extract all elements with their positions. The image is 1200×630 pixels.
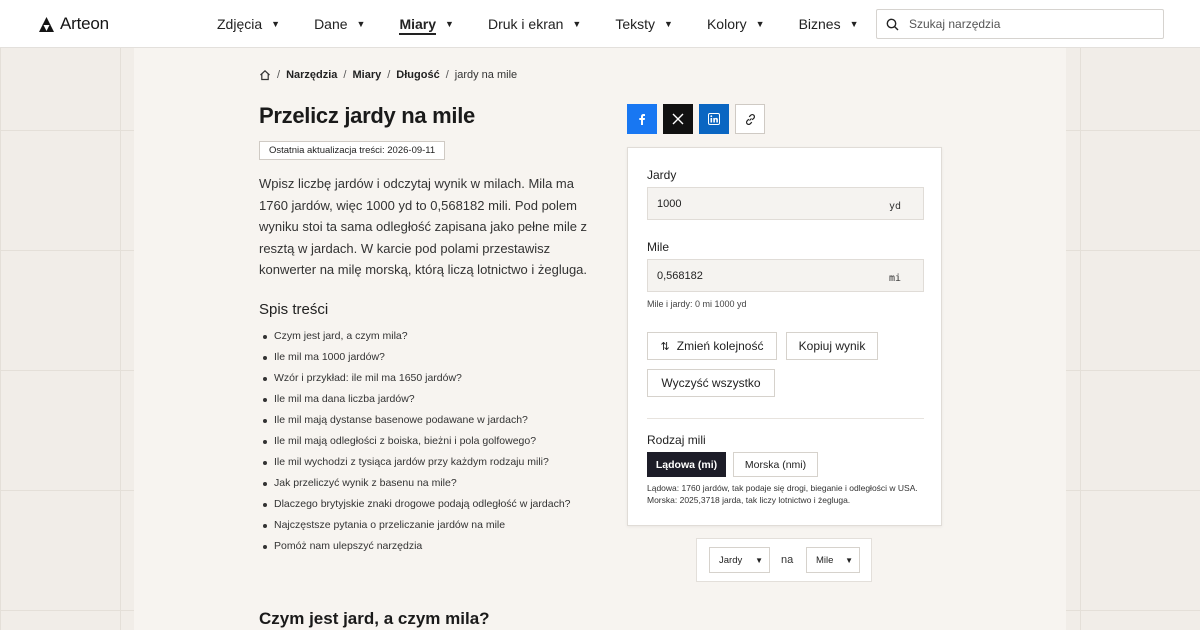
caret-down-icon: ▼	[755, 19, 765, 29]
share-buttons	[627, 104, 765, 134]
copy-link-button[interactable]	[735, 104, 765, 134]
mile-type-note: Lądowa: 1760 jardów, tak podaje się drog…	[647, 483, 918, 505]
from-unit-value: Jardy	[719, 554, 743, 566]
toc-link[interactable]: Ile mil mają odległości z boiska, bieżni…	[263, 431, 571, 452]
mile-type-land-option[interactable]: Lądowa (mi)	[647, 452, 726, 477]
toc-link[interactable]: Ile mil ma 1000 jardów?	[263, 347, 571, 368]
swap-button[interactable]: ⇅ Zmień kolejność	[647, 332, 777, 360]
miles-label: Mile	[647, 240, 670, 254]
nav-item-label: Druk i ekran	[487, 16, 564, 32]
nav-item-dane[interactable]: Dane ▼	[314, 0, 365, 48]
brand-logo-icon	[39, 16, 54, 32]
nav-item-druk-i-ekran[interactable]: Druk i ekran ▼	[488, 0, 581, 48]
yards-label: Jardy	[647, 168, 677, 182]
search-icon	[886, 18, 899, 30]
caret-down-icon: ▼	[845, 555, 853, 565]
table-of-contents: Czym jest jard, a czym mila? Ile mil ma …	[263, 326, 571, 557]
from-unit-select[interactable]: Jardy ▼	[709, 547, 770, 573]
nav-item-label: Biznes	[798, 16, 841, 32]
nav-item-kolory[interactable]: Kolory ▼	[707, 0, 765, 48]
miles-unit: mi	[888, 272, 901, 284]
last-updated-badge: Ostatnia aktualizacja treści: 2026-09-11	[259, 141, 446, 160]
nav-item-biznes[interactable]: Biznes ▼	[799, 0, 859, 48]
brand-logo[interactable]: Arteon	[39, 14, 109, 34]
x-icon	[672, 113, 684, 125]
link-icon	[745, 113, 755, 125]
brand-name: Arteon	[60, 14, 109, 33]
breadcrumb-link[interactable]: Narzędzia	[286, 69, 337, 81]
breadcrumb-separator: /	[343, 69, 347, 81]
mile-type-nautical-option[interactable]: Morska (nmi)	[733, 452, 818, 477]
nav-item-label: Zdjęcia	[217, 16, 263, 32]
caret-down-icon: ▼	[445, 19, 454, 29]
share-linkedin-button[interactable]	[699, 104, 729, 134]
facebook-icon	[639, 114, 645, 125]
toc-link[interactable]: Jak przeliczyć wynik z basenu na mile?	[263, 473, 571, 494]
intro-paragraph: Wpisz liczbę jardów i odczytaj wynik w m…	[259, 176, 588, 277]
toc-link[interactable]: Czym jest jard, a czym mila?	[263, 326, 571, 347]
nav-item-label: Kolory	[706, 16, 747, 32]
to-unit-select[interactable]: Mile ▼	[806, 547, 860, 573]
miles-field[interactable]: mi	[647, 259, 924, 292]
breadcrumb: / Narzędzia / Miary / Długość / jardy na…	[259, 69, 517, 81]
caret-down-icon: ▼	[755, 555, 763, 565]
to-unit-value: Mile	[816, 554, 834, 566]
search-input[interactable]	[909, 17, 1149, 31]
breadcrumb-link[interactable]: Długość	[396, 69, 439, 81]
clear-all-button[interactable]: Wyczyść wszystko	[647, 369, 775, 397]
yards-field[interactable]: yd	[647, 187, 924, 220]
nav-item-label: Dane	[314, 16, 348, 32]
toc-link[interactable]: Ile mil ma dana liczba jardów?	[263, 389, 571, 410]
caret-down-icon: ▼	[849, 19, 859, 29]
toc-link[interactable]: Ile mil mają dystanse basenowe podawane …	[263, 410, 571, 431]
copy-result-button[interactable]: Kopiuj wynik	[786, 332, 878, 360]
miles-input[interactable]	[657, 269, 857, 282]
toc-link[interactable]: Najczęstsze pytania o przeliczanie jardó…	[263, 515, 571, 536]
breadcrumb-separator: /	[387, 69, 391, 81]
home-icon[interactable]	[259, 69, 271, 81]
caret-down-icon: ▼	[572, 19, 582, 29]
nav-item-label: Teksty	[615, 16, 656, 32]
toc-link[interactable]: Pomóż nam ulepszyć narzędzia	[263, 536, 571, 557]
caret-down-icon: ▼	[664, 19, 673, 29]
nav-item-zdjecia[interactable]: Zdjęcia ▼	[217, 0, 280, 48]
breadcrumb-separator: /	[277, 69, 281, 81]
section-heading: Czym jest jard, a czym mila?	[259, 609, 490, 628]
share-facebook-button[interactable]	[627, 104, 657, 134]
caret-down-icon: ▼	[356, 19, 366, 29]
converter-card: Jardy yd Mile mi Mile i jardy: 0 mi 1000…	[627, 147, 942, 526]
mile-type-label: Rodzaj mili	[647, 433, 706, 447]
breadcrumb-current: jardy na mile	[454, 69, 518, 81]
toc-link[interactable]: Dlaczego brytyjskie znaki drogowe podają…	[263, 494, 571, 515]
top-navigation-bar: Arteon Zdjęcia ▼ Dane ▼ Miary ▼ Druk i e…	[0, 0, 1200, 48]
search-box[interactable]	[876, 9, 1164, 39]
unit-connector: na	[781, 554, 794, 566]
nav-item-teksty[interactable]: Teksty ▼	[615, 0, 673, 48]
toc-link[interactable]: Ile mil wychodzi z tysiąca jardów przy k…	[263, 452, 571, 473]
toc-link[interactable]: Wzór i przykład: ile mil ma 1650 jardów?	[263, 368, 571, 389]
nav-item-label: Miary	[399, 16, 437, 32]
caret-down-icon: ▼	[271, 19, 281, 29]
share-x-button[interactable]	[663, 104, 693, 134]
yards-unit: yd	[888, 200, 901, 212]
nav-item-miary[interactable]: Miary ▼	[399, 0, 454, 48]
breadcrumb-link[interactable]: Miary	[352, 69, 381, 81]
mixed-result: Mile i jardy: 0 mi 1000 yd	[647, 299, 747, 309]
divider	[647, 418, 924, 419]
toc-title: Spis treści	[259, 301, 329, 318]
breadcrumb-separator: /	[445, 69, 449, 81]
swap-arrows-icon: ⇅	[660, 340, 670, 353]
yards-input[interactable]	[657, 197, 857, 210]
unit-selector-bar: Jardy ▼ na Mile ▼	[696, 538, 872, 582]
linkedin-icon	[708, 113, 720, 125]
main-nav: Zdjęcia ▼ Dane ▼ Miary ▼ Druk i ekran ▼ …	[217, 0, 893, 48]
page-title: Przelicz jardy na mile	[259, 103, 475, 128]
swap-button-label: Zmień kolejność	[676, 339, 764, 353]
